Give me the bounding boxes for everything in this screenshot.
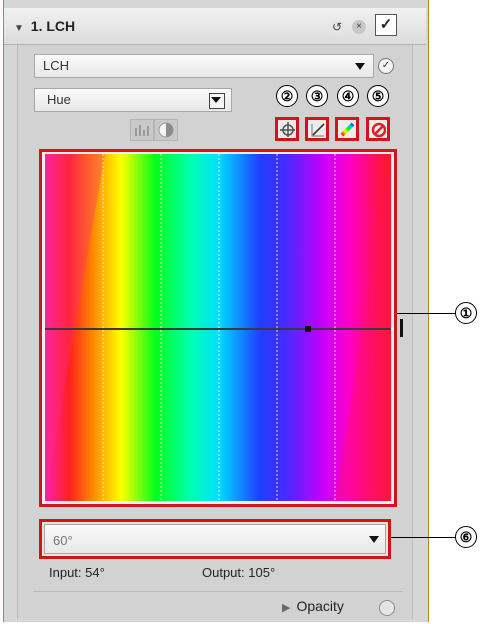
curve-side-handle[interactable] <box>400 319 403 337</box>
callout-3: ③ <box>306 85 328 107</box>
opacity-expander[interactable]: ▶ Opacity <box>282 598 344 614</box>
disable-icon <box>371 122 386 137</box>
enable-checkbox[interactable]: ✓ <box>375 14 397 36</box>
range-dropdown[interactable]: 60° <box>44 524 386 554</box>
channel-select[interactable]: Hue <box>34 88 232 112</box>
add-point-button[interactable] <box>275 117 299 141</box>
add-point-icon <box>280 122 295 137</box>
input-readout: Input: 54° <box>49 565 105 580</box>
mode-select[interactable]: LCH <box>34 54 374 78</box>
histogram-button[interactable] <box>130 119 154 141</box>
callout-2: ② <box>276 85 298 107</box>
callout-5: ⑤ <box>367 85 389 107</box>
reset-icon[interactable]: ↺ <box>330 20 344 34</box>
histogram-icon <box>135 125 149 136</box>
mode-select-value: LCH <box>43 58 70 73</box>
play-triangle-icon: ▶ <box>282 602 291 614</box>
callout-4: ④ <box>337 85 359 107</box>
channel-select-value: Hue <box>47 92 71 107</box>
callout-1: ① <box>455 302 477 324</box>
opacity-toggle[interactable] <box>379 600 395 616</box>
callout-6: ⑥ <box>455 526 477 548</box>
eyedropper-icon <box>340 122 355 137</box>
disable-button[interactable] <box>366 117 390 141</box>
collapse-triangle-icon[interactable]: ▼ <box>14 23 24 34</box>
output-readout: Output: 105° <box>202 565 276 580</box>
linear-curve-button[interactable] <box>305 117 329 141</box>
chevron-down-icon <box>355 63 365 70</box>
eyedropper-button[interactable] <box>335 117 359 141</box>
panel-title: 1. LCH <box>30 18 76 34</box>
hue-curve-area[interactable] <box>45 154 391 501</box>
chevron-down-icon <box>369 536 379 543</box>
opacity-label: Opacity <box>296 598 344 614</box>
contrast-button[interactable] <box>154 119 178 141</box>
range-dropdown-value: 60° <box>53 533 73 548</box>
linear-curve-icon <box>311 123 325 137</box>
divider <box>33 591 403 592</box>
close-icon[interactable]: × <box>352 20 366 34</box>
curve-overlay <box>45 154 391 501</box>
chevron-down-icon <box>211 97 221 103</box>
mode-enable-checkbox[interactable]: ✓ <box>378 58 394 74</box>
contrast-icon <box>158 122 174 138</box>
